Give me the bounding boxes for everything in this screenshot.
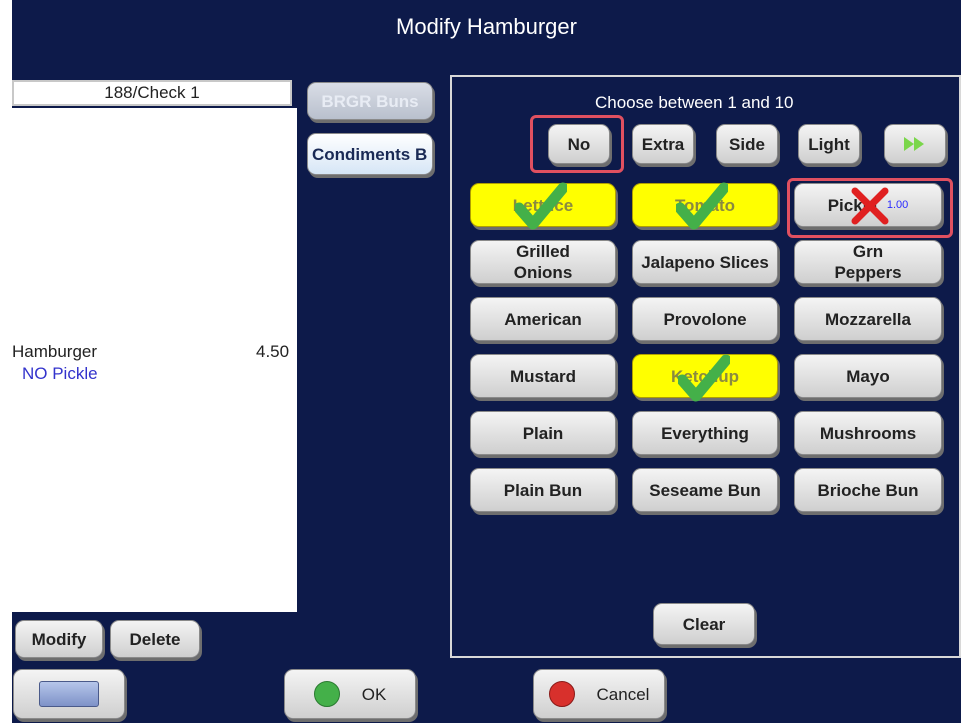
ketchup-button[interactable]: Ketchup bbox=[632, 354, 778, 398]
delete-button[interactable]: Delete bbox=[110, 620, 200, 658]
next-page-button[interactable] bbox=[884, 124, 946, 164]
mayo-button[interactable]: Mayo bbox=[794, 354, 942, 398]
plain-bun-button[interactable]: Plain Bun bbox=[470, 468, 616, 512]
lettuce-button[interactable]: Lettuce bbox=[470, 183, 616, 227]
category-brgr-buns-button[interactable]: BRGR Buns bbox=[307, 82, 433, 120]
choose-instruction: Choose between 1 and 10 bbox=[595, 93, 794, 112]
mustard-button[interactable]: Mustard bbox=[470, 354, 616, 398]
dialog-title: Modify Hamburger bbox=[396, 14, 577, 39]
sesame-bun-button[interactable]: Seseame Bun bbox=[632, 468, 778, 512]
modify-button[interactable]: Modify bbox=[15, 620, 103, 658]
provolone-button[interactable]: Provolone bbox=[632, 297, 778, 341]
lettuce-label: Lettuce bbox=[512, 195, 574, 215]
american-button[interactable]: American bbox=[470, 297, 616, 341]
pickle-button[interactable]: Pickle 1.00 bbox=[794, 183, 942, 227]
no-button[interactable]: No bbox=[548, 124, 610, 164]
mushrooms-button[interactable]: Mushrooms bbox=[794, 411, 942, 455]
ok-label: OK bbox=[361, 684, 387, 704]
side-button[interactable]: Side bbox=[716, 124, 778, 164]
ketchup-label: Ketchup bbox=[671, 366, 739, 386]
grn-peppers-button[interactable]: Grn Peppers bbox=[794, 240, 942, 284]
category-condiments-button[interactable]: Condiments B bbox=[307, 133, 433, 175]
check-header: 188/Check 1 bbox=[12, 80, 292, 106]
double-arrow-right-icon bbox=[904, 137, 924, 151]
plain-button[interactable]: Plain bbox=[470, 411, 616, 455]
extra-button[interactable]: Extra bbox=[632, 124, 694, 164]
item-price: 4.50 bbox=[256, 342, 290, 361]
window-edge bbox=[0, 0, 12, 723]
item-modifier: NO Pickle bbox=[22, 364, 98, 383]
clear-button[interactable]: Clear bbox=[653, 603, 755, 645]
tomato-button[interactable]: Tomato bbox=[632, 183, 778, 227]
pickle-label: Pickle bbox=[827, 195, 877, 215]
ok-button[interactable]: OK bbox=[284, 669, 416, 719]
keyboard-button[interactable] bbox=[13, 669, 125, 719]
jalapeno-slices-button[interactable]: Jalapeno Slices bbox=[632, 240, 778, 284]
grilled-onions-button[interactable]: Grilled Onions bbox=[470, 240, 616, 284]
keyboard-icon bbox=[39, 681, 99, 707]
cancel-button[interactable]: Cancel bbox=[533, 669, 665, 719]
check-list: Hamburger 4.50 NO Pickle bbox=[12, 108, 297, 612]
tomato-label: Tomato bbox=[674, 195, 736, 215]
mozzarella-button[interactable]: Mozzarella bbox=[794, 297, 942, 341]
checkmark-circle-icon bbox=[313, 681, 340, 707]
item-name: Hamburger bbox=[12, 342, 98, 361]
pos-screen: Modify Hamburger 188/Check 1 Hamburger 4… bbox=[0, 0, 961, 723]
cancel-label: Cancel bbox=[596, 684, 650, 704]
everything-button[interactable]: Everything bbox=[632, 411, 778, 455]
pickle-price: 1.00 bbox=[886, 198, 909, 211]
light-button[interactable]: Light bbox=[798, 124, 860, 164]
brioche-bun-button[interactable]: Brioche Bun bbox=[794, 468, 942, 512]
cancel-circle-icon bbox=[548, 681, 575, 707]
